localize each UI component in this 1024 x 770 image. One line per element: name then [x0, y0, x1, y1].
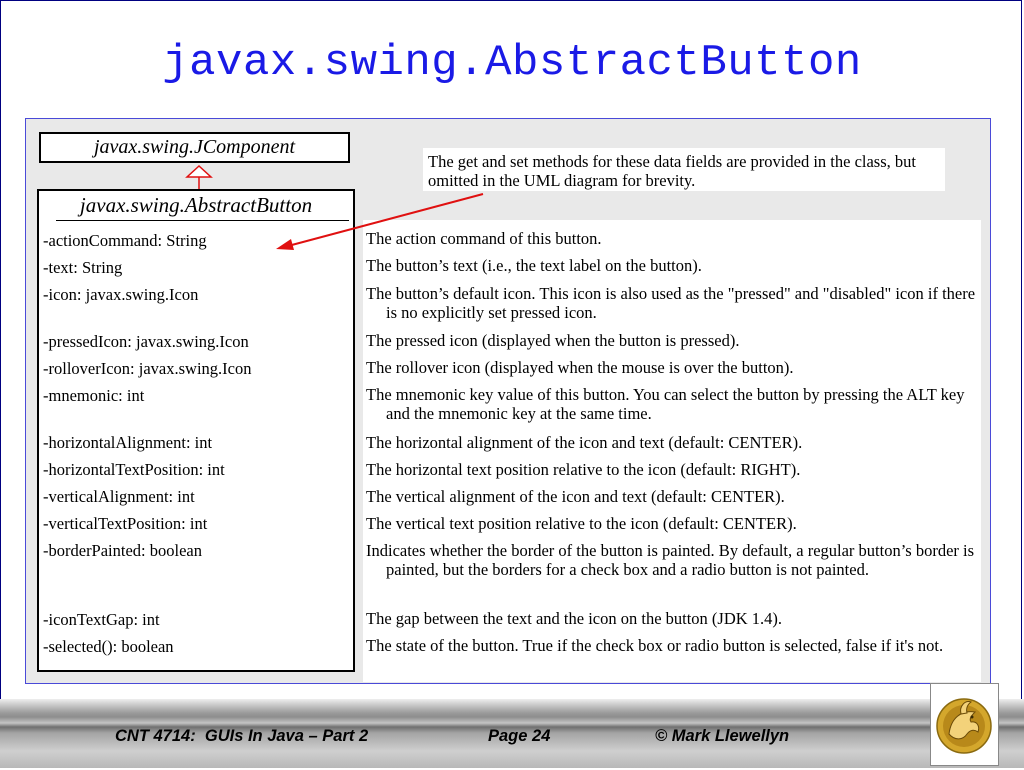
footer-copyright: © Mark Llewellyn [655, 727, 790, 745]
footer-page: Page 24 [488, 727, 551, 745]
diagram-overlay [185, 164, 484, 250]
pegasus-logo-icon [936, 698, 992, 754]
note-pointer-arrow [276, 193, 484, 250]
logo-frame [930, 683, 999, 766]
footer-course: CNT 4714: GUIs In Java – Part 2 [115, 727, 369, 745]
inheritance-arrow [185, 164, 213, 189]
